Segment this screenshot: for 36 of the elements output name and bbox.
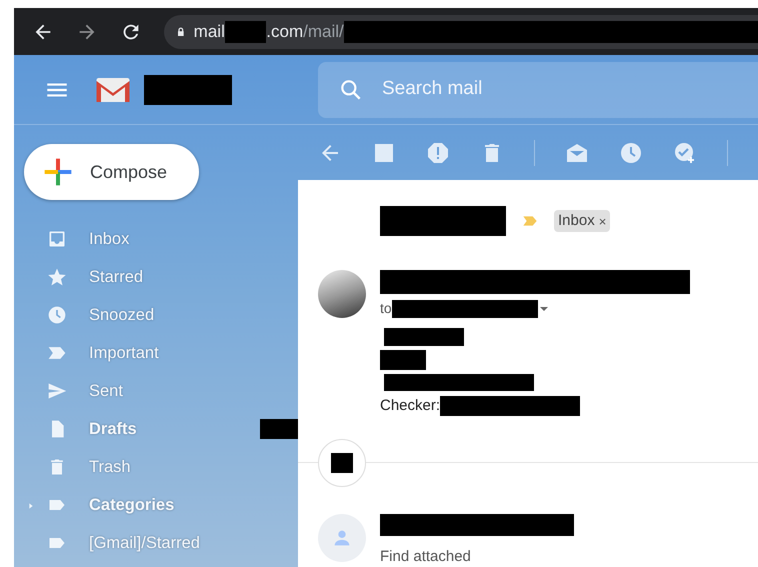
message-snippet: Find attached: [380, 547, 472, 567]
url-text: mail: [194, 20, 225, 43]
lock-icon: [176, 24, 186, 38]
sidebar-item[interactable]: Trash: [14, 448, 298, 486]
url-path: /mail/: [303, 20, 344, 43]
remove-label-button[interactable]: ×: [598, 214, 606, 228]
sidebar-item[interactable]: Drafts: [14, 410, 298, 448]
sidebar-item[interactable]: Snoozed: [14, 296, 298, 334]
collapsed-count-badge[interactable]: [318, 439, 366, 487]
address-bar[interactable]: mail .com/mail/: [164, 14, 758, 48]
clock-icon: [47, 305, 67, 325]
search-field[interactable]: Search mail: [318, 62, 758, 118]
person-avatar-icon: [318, 514, 366, 562]
url-text: .com: [266, 20, 304, 43]
add-task-icon[interactable]: [673, 140, 697, 164]
sidebar-item[interactable]: Starred: [14, 258, 298, 296]
plus-icon: [42, 156, 74, 188]
report-icon[interactable]: [426, 140, 450, 164]
star-icon: [47, 267, 67, 287]
label-chip: Inbox ×: [554, 210, 610, 232]
sidebar-item[interactable]: Categories: [14, 486, 298, 524]
sidebar-item[interactable]: Sent: [14, 372, 298, 410]
recipient-label: to: [380, 299, 392, 318]
sidebar-item[interactable]: Important: [14, 334, 298, 372]
redacted-block: [224, 20, 266, 42]
clock-icon[interactable]: [619, 140, 643, 164]
search-input[interactable]: Search mail: [380, 74, 580, 105]
sidebar-item[interactable]: Inbox: [14, 220, 298, 258]
inbox-icon: [47, 229, 67, 249]
redacted-block: [380, 350, 426, 370]
photo-placeholder: [318, 270, 366, 318]
body-text: Checker:: [380, 396, 440, 416]
send-icon: [47, 381, 67, 401]
redacted-block: [331, 453, 353, 473]
compose-button[interactable]: Compose: [24, 144, 199, 200]
sidebar-item[interactable]: [Gmail]/Starred: [14, 524, 298, 562]
